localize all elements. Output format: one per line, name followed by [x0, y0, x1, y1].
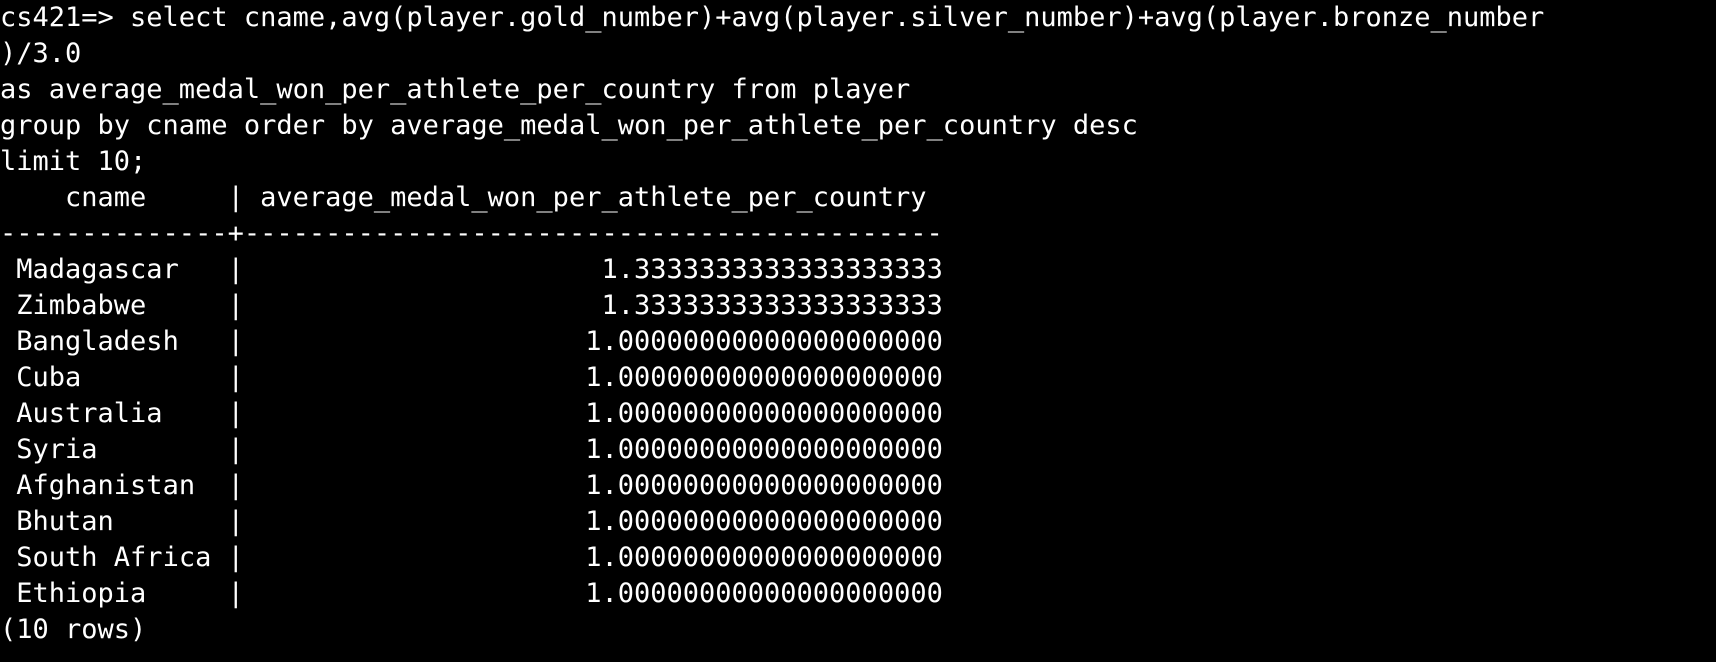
row-cname: Zimbabwe |	[16, 290, 261, 321]
terminal-window[interactable]: cs421=> select cname,avg(player.gold_num…	[0, 0, 1716, 662]
row-value: 1.00000000000000000000	[260, 326, 943, 357]
query-line: limit 10;	[0, 146, 147, 177]
table-row: Zimbabwe | 1.3333333333333333333	[0, 288, 1716, 324]
table-row: South Africa | 1.00000000000000000000	[0, 540, 1716, 576]
row-cname: Australia |	[16, 398, 261, 429]
result-header: cname | average_medal_won_per_athlete_pe…	[0, 182, 927, 213]
row-cname: South Africa |	[16, 542, 261, 573]
row-value: 1.00000000000000000000	[260, 506, 943, 537]
query-line: cs421=> select cname,avg(player.gold_num…	[0, 2, 1545, 33]
row-cname: Ethiopia |	[16, 578, 261, 609]
row-cname: Afghanistan |	[16, 470, 261, 501]
query-line: )/3.0	[0, 38, 82, 69]
row-count-footer: (10 rows)	[0, 614, 147, 645]
query-line: group by cname order by average_medal_wo…	[0, 110, 1138, 141]
row-cname: Bangladesh |	[16, 326, 261, 357]
row-value: 1.00000000000000000000	[260, 542, 943, 573]
row-value: 1.00000000000000000000	[260, 434, 943, 465]
row-cname: Syria |	[16, 434, 261, 465]
row-value: 1.00000000000000000000	[260, 362, 943, 393]
table-row: Ethiopia | 1.00000000000000000000	[0, 576, 1716, 612]
row-value: 1.00000000000000000000	[260, 398, 943, 429]
table-row: Afghanistan | 1.00000000000000000000	[0, 468, 1716, 504]
row-value: 1.3333333333333333333	[260, 254, 943, 285]
table-row: Syria | 1.00000000000000000000	[0, 432, 1716, 468]
row-cname: Madagascar |	[16, 254, 261, 285]
table-row: Madagascar | 1.3333333333333333333	[0, 252, 1716, 288]
table-row: Bangladesh | 1.00000000000000000000	[0, 324, 1716, 360]
row-value: 1.00000000000000000000	[260, 578, 943, 609]
row-value: 1.00000000000000000000	[260, 470, 943, 501]
table-row: Bhutan | 1.00000000000000000000	[0, 504, 1716, 540]
query-line: as average_medal_won_per_athlete_per_cou…	[0, 74, 911, 105]
row-cname: Bhutan |	[16, 506, 261, 537]
table-row: Australia | 1.00000000000000000000	[0, 396, 1716, 432]
table-row: Cuba | 1.00000000000000000000	[0, 360, 1716, 396]
row-value: 1.3333333333333333333	[260, 290, 943, 321]
row-cname: Cuba |	[16, 362, 261, 393]
result-divider: --------------+-------------------------…	[0, 218, 943, 249]
